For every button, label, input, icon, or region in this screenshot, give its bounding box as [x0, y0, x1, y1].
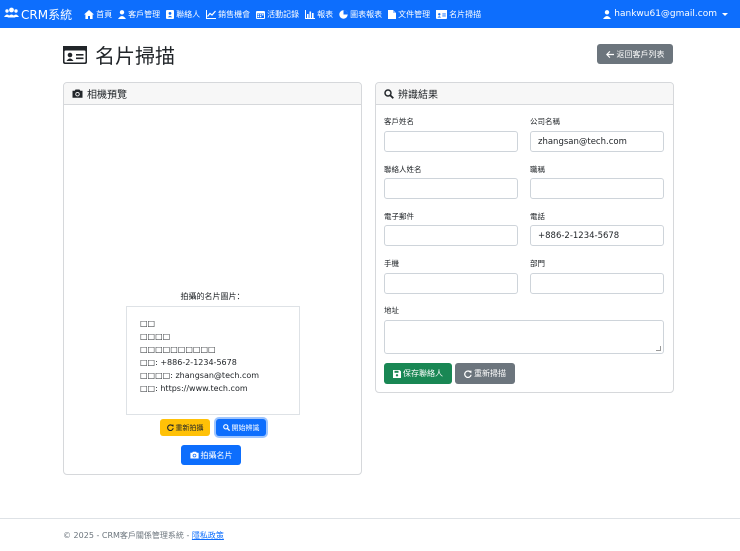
card-text-line: □□: +886-2-1234-5678 [140, 358, 237, 367]
chevron-down-icon [722, 12, 728, 16]
job-title-label: 職稱 [530, 165, 545, 174]
rescan-button-label: 重新掃描 [474, 369, 506, 378]
email-label: 電子郵件 [384, 212, 414, 221]
camera-icon [72, 89, 83, 98]
department-input[interactable] [530, 273, 664, 294]
address-textarea[interactable] [384, 320, 664, 354]
back-to-customers-button[interactable]: 返回客戶列表 [597, 44, 673, 64]
brand-link[interactable]: CRM系統 [4, 6, 72, 23]
captured-card-image: □□ □□□□ □□□□□□□□□□ □□: +886-2-1234-5678 … [126, 306, 300, 415]
arrow-left-icon [605, 50, 614, 58]
users-icon [4, 7, 19, 21]
nav-item-label: 客戶管理 [128, 9, 161, 19]
nav-item-card-scan[interactable]: 名片掃描 [436, 9, 481, 20]
footer-text: © 2025 - CRM客戶關係管理系統 - 隱私政策 [63, 530, 224, 541]
user-dropdown[interactable]: hankwu61@gmail.com [603, 0, 728, 28]
page-title: 名片掃描 [63, 40, 175, 69]
nav-item-chart-reports[interactable]: 圖表報表 [339, 9, 382, 20]
chart-line-icon [206, 9, 217, 19]
top-navbar: CRM系統 首頁 客戶管理 聯絡人 銷售機會 活動記錄 報表 圖表報表 文件管理… [0, 0, 740, 28]
recognition-result-card: 辨識結果 客戶姓名 公司名稱 zhangsan@tech.com 聯絡人姓名 職… [375, 82, 674, 393]
user-email: hankwu61@gmail.com [614, 9, 717, 19]
home-icon [84, 9, 95, 19]
bar-chart-icon [305, 9, 316, 19]
folder-icon [388, 9, 397, 19]
nav-item-activities[interactable]: 活動記錄 [256, 9, 299, 20]
nav-item-contacts[interactable]: 聯絡人 [166, 9, 200, 20]
save-contact-button[interactable]: 保存聯絡人 [384, 363, 452, 384]
address-book-icon [166, 9, 175, 19]
nav-item-customers[interactable]: 客戶管理 [118, 9, 160, 20]
contact-name-label: 聯絡人姓名 [384, 165, 422, 174]
user-icon [118, 9, 127, 19]
company-name-label: 公司名稱 [530, 117, 560, 126]
recognize-button-label: 開始辨識 [231, 423, 260, 432]
customer-name-input[interactable] [384, 131, 518, 152]
camera-icon [189, 451, 199, 459]
retake-button-label: 重新拍攝 [175, 423, 204, 432]
nav-item-label: 圖表報表 [350, 9, 383, 19]
address-label: 地址 [384, 306, 399, 315]
card-text-line: □□□□: zhangsan@tech.com [140, 371, 260, 380]
id-card-icon [63, 45, 87, 64]
copyright-text: © 2025 - CRM客戶關係管理系統 - [63, 531, 192, 540]
mobile-label: 手機 [384, 259, 399, 268]
redo-icon [166, 424, 174, 431]
email-input[interactable] [384, 225, 518, 246]
save-icon [393, 369, 401, 378]
redo-icon [464, 369, 472, 378]
nav-item-documents[interactable]: 文件管理 [388, 9, 430, 20]
resize-handle-icon[interactable] [656, 346, 661, 351]
page-title-text: 名片掃描 [95, 44, 175, 68]
result-card-title: 辨識結果 [398, 90, 438, 101]
card-text-line: □□□□□□□□□□ [140, 345, 216, 354]
nav-item-label: 首頁 [96, 9, 113, 19]
back-button-label: 返回客戶列表 [616, 49, 665, 59]
result-card-header: 辨識結果 [376, 83, 673, 105]
pie-chart-icon [339, 9, 348, 19]
card-text-line: □□: https://www.tech.com [140, 384, 248, 393]
nav-item-label: 銷售機會 [218, 9, 251, 19]
search-icon [384, 88, 394, 99]
nav-item-reports[interactable]: 報表 [305, 9, 333, 20]
calendar-icon [256, 10, 266, 19]
company-name-input[interactable]: zhangsan@tech.com [530, 131, 664, 152]
capture-button-label: 拍攝名片 [200, 450, 233, 460]
contact-name-input[interactable] [384, 178, 518, 199]
nav-item-opportunities[interactable]: 銷售機會 [206, 9, 250, 20]
camera-card-header: 相機預覽 [64, 83, 361, 105]
mobile-input[interactable] [384, 273, 518, 294]
nav-item-label: 聯絡人 [176, 9, 201, 19]
phone-input[interactable]: +886-2-1234-5678 [530, 225, 664, 246]
retake-button[interactable]: 重新拍攝 [160, 419, 210, 436]
brand-label: CRM系統 [21, 7, 73, 22]
start-recognition-button[interactable]: 開始辨識 [216, 419, 266, 436]
job-title-input[interactable] [530, 178, 664, 199]
customer-name-label: 客戶姓名 [384, 117, 414, 126]
nav-item-home[interactable]: 首頁 [84, 9, 112, 20]
camera-card-title: 相機預覽 [87, 90, 127, 101]
phone-label: 電話 [530, 212, 545, 221]
card-text-line: □□ [140, 319, 156, 328]
camera-preview-card: 相機預覽 拍攝的名片圖片： □□ □□□□ □□□□□□□□□□ □□: +88… [63, 82, 362, 475]
save-button-label: 保存聯絡人 [403, 369, 443, 378]
nav-item-label: 文件管理 [398, 9, 431, 19]
rescan-button[interactable]: 重新掃描 [455, 363, 515, 384]
capture-card-button[interactable]: 拍攝名片 [181, 445, 241, 465]
page-footer: © 2025 - CRM客戶關係管理系統 - 隱私政策 [0, 518, 740, 551]
card-text-line: □□□□ [140, 332, 171, 341]
nav-item-label: 活動記錄 [267, 9, 300, 19]
id-card-icon [436, 9, 448, 19]
user-icon [603, 9, 612, 19]
nav-item-label: 名片掃描 [449, 9, 482, 19]
privacy-policy-link[interactable]: 隱私政策 [192, 531, 224, 540]
preview-label: 拍攝的名片圖片： [180, 292, 245, 301]
department-label: 部門 [530, 259, 545, 268]
search-icon [222, 424, 230, 431]
nav-item-label: 報表 [317, 9, 334, 19]
